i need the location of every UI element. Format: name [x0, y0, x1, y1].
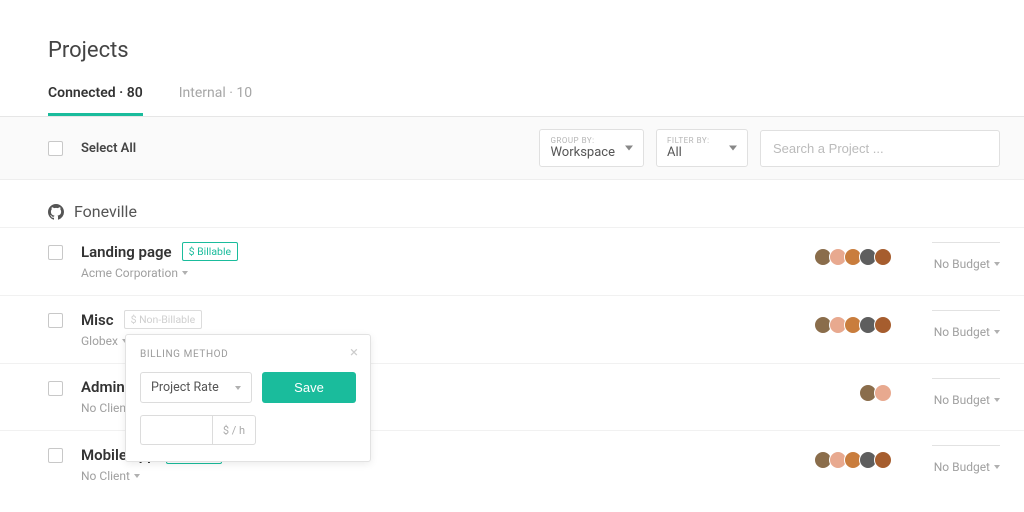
chevron-down-icon	[994, 398, 1000, 402]
client-dropdown[interactable]: No Client	[81, 469, 140, 483]
filter-by-label: FILTER BY:	[667, 136, 737, 145]
project-title[interactable]: Admin	[81, 378, 125, 396]
budget-value: No Budget	[934, 393, 990, 407]
chevron-down-icon	[235, 386, 241, 390]
rate-unit-label: $ / h	[212, 415, 256, 445]
billing-method-select[interactable]: Project Rate	[140, 372, 252, 403]
group-name: Foneville	[74, 202, 137, 221]
project-row: Landing page $ Billable Acme Corporation…	[0, 227, 1024, 295]
filter-by-dropdown[interactable]: FILTER BY: All	[656, 129, 748, 167]
tab-internal-count: 10	[236, 85, 252, 101]
avatar	[874, 384, 892, 402]
row-checkbox[interactable]	[48, 313, 63, 328]
popover-title: BILLING METHOD	[140, 349, 356, 360]
billable-badge[interactable]: $ Billable	[182, 242, 238, 261]
client-dropdown[interactable]: Globex	[81, 334, 128, 348]
chevron-down-icon	[994, 262, 1000, 266]
tab-internal-label: Internal	[179, 85, 226, 101]
group-by-label: GROUP BY:	[550, 136, 633, 145]
budget-dropdown[interactable]: No Budget	[914, 325, 1000, 339]
group-by-value: Workspace	[550, 145, 633, 160]
avatar	[874, 451, 892, 469]
close-icon[interactable]: ×	[350, 345, 358, 360]
search-input[interactable]	[760, 130, 1000, 167]
tab-connected-count: 80	[127, 85, 143, 101]
tabs: Connected · 80 Internal · 10	[0, 63, 1024, 117]
client-name: Globex	[81, 334, 118, 348]
group-by-dropdown[interactable]: GROUP BY: Workspace	[539, 129, 644, 167]
project-title[interactable]: Landing page	[81, 243, 172, 261]
tab-connected-label: Connected	[48, 85, 116, 101]
avatars[interactable]	[814, 316, 892, 334]
row-checkbox[interactable]	[48, 381, 63, 396]
client-name: Acme Corporation	[81, 266, 178, 280]
budget-bar	[932, 310, 1000, 311]
avatar	[874, 316, 892, 334]
row-checkbox[interactable]	[48, 245, 63, 260]
filter-by-value: All	[667, 145, 737, 160]
avatars[interactable]	[859, 384, 892, 402]
billing-method-value: Project Rate	[151, 380, 219, 395]
budget-dropdown[interactable]: No Budget	[914, 393, 1000, 407]
filter-bar: Select All GROUP BY: Workspace FILTER BY…	[0, 117, 1024, 180]
chevron-down-icon	[625, 146, 633, 151]
project-title[interactable]: Misc	[81, 311, 114, 329]
avatar	[874, 248, 892, 266]
save-button[interactable]: Save	[262, 372, 356, 403]
budget-bar	[932, 445, 1000, 446]
group-header: Foneville	[0, 180, 1024, 227]
select-all-checkbox[interactable]	[48, 141, 63, 156]
avatars[interactable]	[814, 248, 892, 266]
tab-internal[interactable]: Internal · 10	[179, 85, 252, 116]
billing-method-popover: BILLING METHOD × Project Rate Save $ / h	[125, 334, 371, 462]
chevron-down-icon	[182, 271, 188, 275]
chevron-down-icon	[994, 465, 1000, 469]
rate-input[interactable]	[140, 415, 212, 445]
budget-dropdown[interactable]: No Budget	[914, 257, 1000, 271]
budget-value: No Budget	[934, 325, 990, 339]
client-dropdown[interactable]: Acme Corporation	[81, 266, 188, 280]
client-name: No Client	[81, 401, 130, 415]
budget-value: No Budget	[934, 257, 990, 271]
chevron-down-icon	[994, 330, 1000, 334]
select-all-label: Select All	[81, 141, 136, 156]
github-icon	[48, 204, 64, 220]
budget-dropdown[interactable]: No Budget	[914, 460, 1000, 474]
budget-bar	[932, 242, 1000, 243]
non-billable-badge[interactable]: $ Non-Billable	[124, 310, 203, 329]
avatars[interactable]	[814, 451, 892, 469]
budget-value: No Budget	[934, 460, 990, 474]
chevron-down-icon	[134, 474, 140, 478]
budget-bar	[932, 378, 1000, 379]
chevron-down-icon	[729, 146, 737, 151]
client-name: No Client	[81, 469, 130, 483]
row-checkbox[interactable]	[48, 448, 63, 463]
tab-connected[interactable]: Connected · 80	[48, 85, 143, 116]
page-title: Projects	[0, 0, 1024, 63]
